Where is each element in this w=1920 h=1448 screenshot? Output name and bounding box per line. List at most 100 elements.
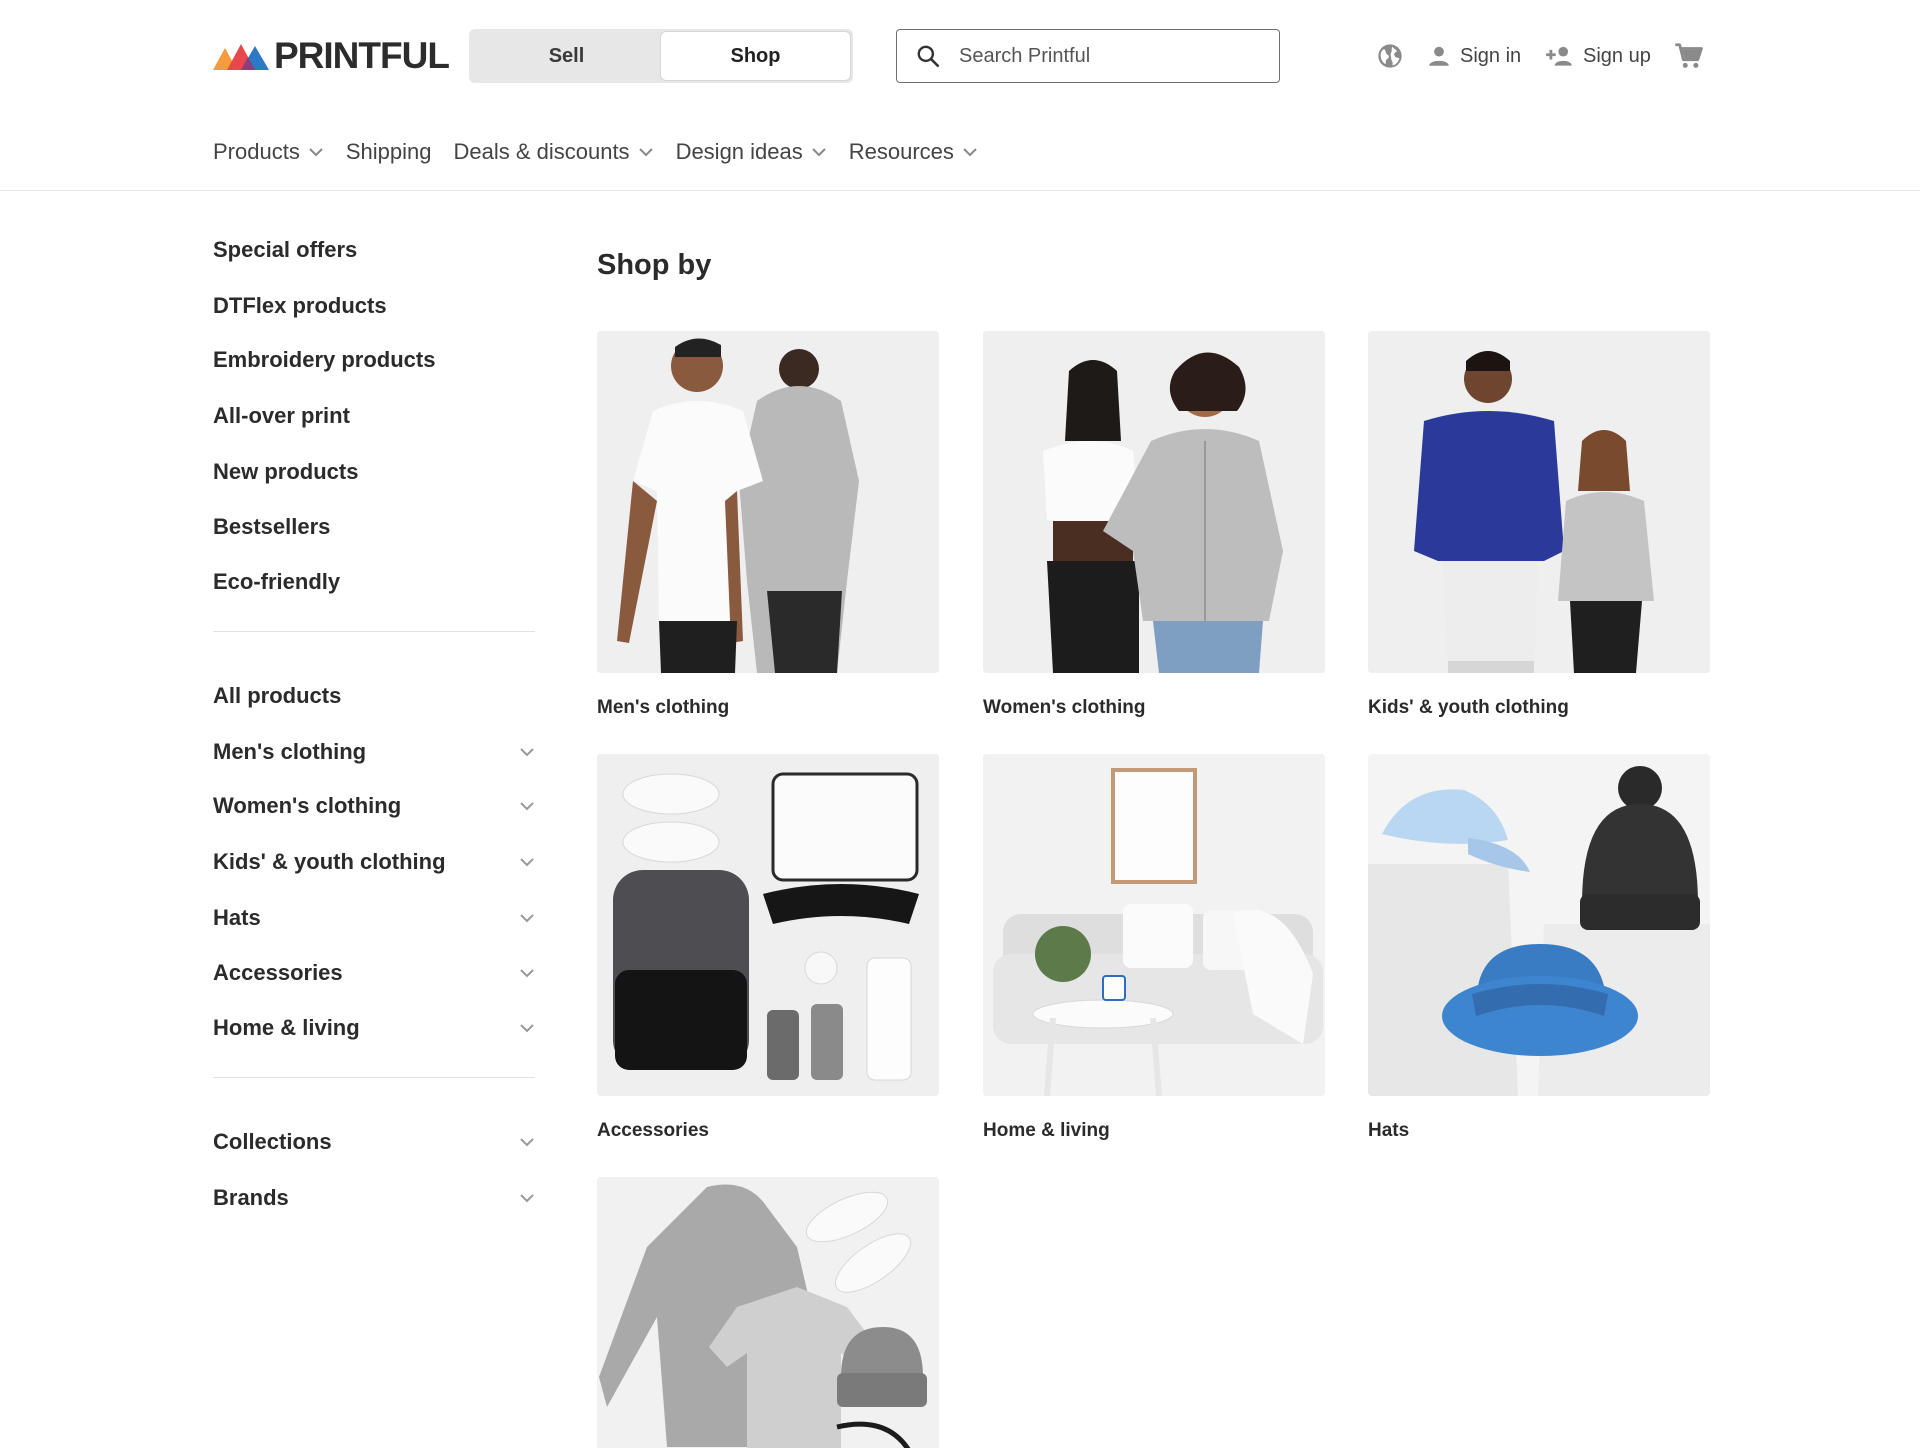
sidebar-item-label: New products xyxy=(213,459,359,484)
sidebar-item-label: Eco-friendly xyxy=(213,569,341,594)
sidebar-item-label: Accessories xyxy=(213,960,343,985)
category-card-label: Men's clothing xyxy=(597,697,730,718)
search-icon xyxy=(917,45,940,68)
apparel-flatlay-photo xyxy=(597,1177,939,1448)
chevron-down-icon xyxy=(309,148,323,157)
sidebar-item-embroidery[interactable]: Embroidery products xyxy=(213,345,535,375)
sidebar-item-label: Brands xyxy=(213,1185,289,1210)
category-card-label: Hats xyxy=(1368,1120,1410,1141)
sidebar-divider xyxy=(213,1077,535,1078)
category-card-hats[interactable]: Hats xyxy=(1368,754,1710,1143)
sidebar-item-label: Collections xyxy=(213,1129,332,1154)
sidebar-item-kids-clothing[interactable]: Kids' & youth clothing xyxy=(213,847,535,877)
category-card-apparel[interactable] xyxy=(597,1177,939,1448)
chevron-down-icon xyxy=(963,148,977,157)
sidebar-item-dtflex[interactable]: DTFlex products xyxy=(213,291,535,321)
chevron-down-icon[interactable] xyxy=(519,1023,535,1033)
chevron-down-icon xyxy=(812,148,826,157)
page-title: Shop by xyxy=(597,249,712,281)
sidebar-item-label: Home & living xyxy=(213,1015,360,1040)
nav-design-ideas-label: Design ideas xyxy=(675,139,803,164)
mens-clothing-photo xyxy=(597,331,939,673)
sidebar-item-label: All products xyxy=(213,683,342,708)
sidebar-item-new-products[interactable]: New products xyxy=(213,457,535,487)
add-user-icon xyxy=(1546,46,1572,66)
hats-photo xyxy=(1368,754,1710,1096)
category-card-label: Home & living xyxy=(983,1120,1110,1141)
sidebar-item-label: Embroidery products xyxy=(213,347,436,372)
sidebar-item-womens-clothing[interactable]: Women's clothing xyxy=(213,791,535,821)
nav-products[interactable]: Products xyxy=(213,139,324,165)
nav-shipping-label: Shipping xyxy=(345,139,432,164)
main-nav: Products Shipping Deals & discounts Desi… xyxy=(213,136,1000,168)
search-box[interactable] xyxy=(896,29,1280,83)
sidebar-item-accessories[interactable]: Accessories xyxy=(213,958,535,988)
sidebar-item-label: Women's clothing xyxy=(213,793,402,818)
nav-products-label: Products xyxy=(213,139,300,164)
sidebar-item-all-over-print[interactable]: All-over print xyxy=(213,401,535,431)
accessories-photo xyxy=(597,754,939,1096)
chevron-down-icon[interactable] xyxy=(519,801,535,811)
nav-deals-label: Deals & discounts xyxy=(453,139,630,164)
printful-logo-icon xyxy=(213,44,269,70)
chevron-down-icon[interactable] xyxy=(519,857,535,867)
category-card-home-living[interactable]: Home & living xyxy=(983,754,1325,1143)
sidebar-item-label: Bestsellers xyxy=(213,514,331,539)
nav-deals[interactable]: Deals & discounts xyxy=(453,139,653,165)
sidebar-item-bestsellers[interactable]: Bestsellers xyxy=(213,512,535,542)
sign-in-label: Sign in xyxy=(1460,44,1522,67)
nav-shipping[interactable]: Shipping xyxy=(346,139,432,165)
nav-design-ideas[interactable]: Design ideas xyxy=(676,139,827,165)
sidebar-item-hats[interactable]: Hats xyxy=(213,903,535,933)
chevron-down-icon[interactable] xyxy=(519,747,535,757)
sign-in-link[interactable]: Sign in xyxy=(1426,40,1521,72)
nav-resources-label: Resources xyxy=(848,139,954,164)
sidebar-item-label: Kids' & youth clothing xyxy=(213,849,446,874)
category-card-accessories[interactable]: Accessories xyxy=(597,754,939,1143)
sidebar-item-brands[interactable]: Brands xyxy=(213,1183,535,1213)
sidebar-item-label: Men's clothing xyxy=(213,739,367,764)
cart-icon xyxy=(1675,43,1703,68)
sidebar-divider xyxy=(213,631,535,632)
logo-wordmark: PRINTFUL xyxy=(274,35,450,76)
shop-toggle-button[interactable]: Shop xyxy=(661,32,850,80)
cart-button[interactable] xyxy=(1674,40,1704,72)
user-icon xyxy=(1429,46,1449,66)
chevron-down-icon[interactable] xyxy=(519,1137,535,1147)
womens-clothing-photo xyxy=(983,331,1325,673)
category-card-kids-clothing[interactable]: Kids' & youth clothing xyxy=(1368,331,1710,720)
sidebar-item-label: DTFlex products xyxy=(213,293,387,318)
sidebar-item-all-products[interactable]: All products xyxy=(213,681,535,711)
category-card-womens-clothing[interactable]: Women's clothing xyxy=(983,331,1325,720)
chevron-down-icon xyxy=(638,148,653,157)
sidebar-item-collections[interactable]: Collections xyxy=(213,1127,535,1157)
sidebar-item-mens-clothing[interactable]: Men's clothing xyxy=(213,737,535,767)
category-sidebar: Special offers DTFlex products Embroider… xyxy=(213,235,535,1213)
language-selector[interactable] xyxy=(1376,40,1404,72)
chevron-down-icon[interactable] xyxy=(519,913,535,923)
home-living-photo xyxy=(983,754,1325,1096)
sell-toggle-button[interactable]: Sell xyxy=(472,32,661,80)
chevron-down-icon[interactable] xyxy=(519,968,535,978)
sidebar-item-eco-friendly[interactable]: Eco-friendly xyxy=(213,567,535,597)
group-links: Collections Brands xyxy=(213,1127,535,1213)
sign-up-link[interactable]: Sign up xyxy=(1545,40,1651,72)
category-card-label: Kids' & youth clothing xyxy=(1368,697,1569,718)
sidebar-item-label: Hats xyxy=(213,905,261,930)
printful-logo[interactable]: PRINTFUL xyxy=(213,35,450,76)
sidebar-item-special-offers[interactable]: Special offers xyxy=(213,235,535,265)
category-card-label: Women's clothing xyxy=(983,697,1146,718)
sidebar-item-label: Special offers xyxy=(213,237,358,262)
category-links: All products Men's clothing Women's clot… xyxy=(213,681,535,1043)
globe-icon xyxy=(1378,44,1402,68)
search-input[interactable] xyxy=(959,44,1259,68)
category-card-mens-clothing[interactable]: Men's clothing xyxy=(597,331,939,720)
sidebar-item-home-living[interactable]: Home & living xyxy=(213,1013,535,1043)
category-card-label: Accessories xyxy=(597,1120,709,1141)
kids-clothing-photo xyxy=(1368,331,1710,673)
site-header: PRINTFUL Sell Shop Sign in xyxy=(0,0,1920,191)
sell-shop-toggle: Sell Shop xyxy=(469,29,853,83)
nav-resources[interactable]: Resources xyxy=(849,139,978,165)
sign-up-label: Sign up xyxy=(1583,44,1651,67)
chevron-down-icon[interactable] xyxy=(519,1193,535,1203)
